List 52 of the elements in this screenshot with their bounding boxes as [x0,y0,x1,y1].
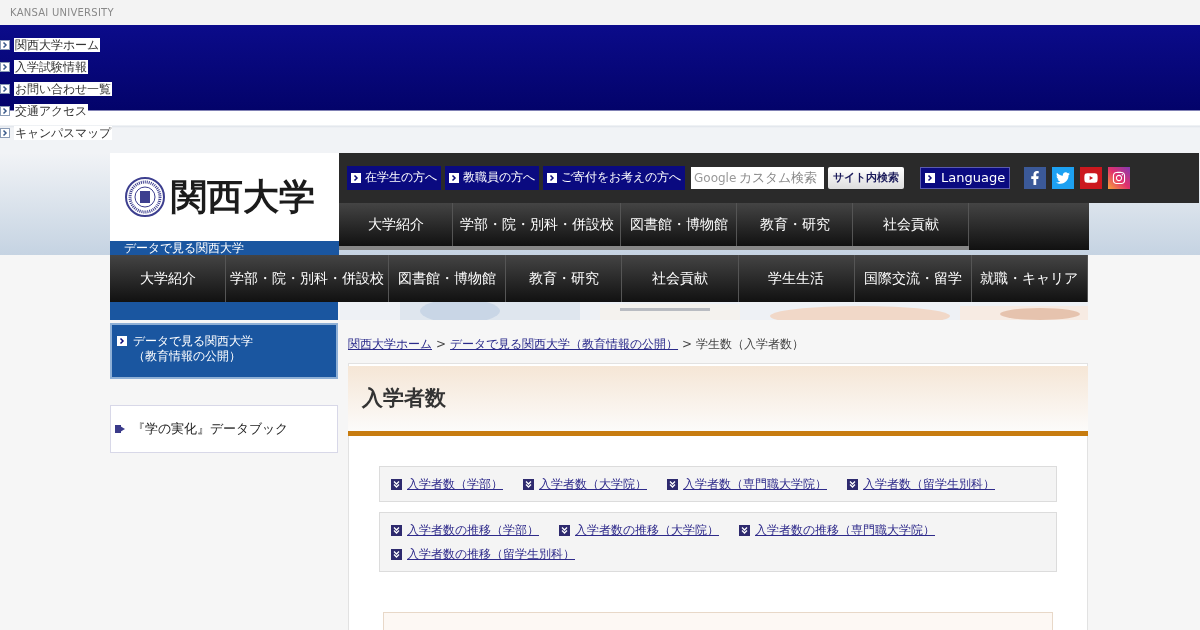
anchor-link[interactable]: 入学者数の推移（留学生別科） [391,546,575,562]
chevron-down-icon [739,524,750,536]
sidebar-current-link[interactable]: データで見る関西大学 （教育情報の公開） [110,323,338,379]
chevron-down-icon [667,478,678,490]
seal-icon [125,177,165,217]
breadcrumb-current: 学生数（入学者数） [696,336,805,353]
logo-caption: データで見る関西大学 [110,241,339,255]
chevron-down-icon [847,478,858,490]
databook-link[interactable]: 『学の実化』データブック [110,405,338,453]
anchor-link[interactable]: 入学者数の推移（大学院） [559,522,719,538]
youtube-icon[interactable] [1080,167,1103,189]
arrow-icon [0,62,10,72]
audience-link[interactable]: 在学生の方へ [347,166,441,190]
arrow-icon [0,128,10,138]
chevron-down-icon [391,524,402,536]
chevron-down-icon [559,524,570,536]
search-button[interactable]: サイト内検索 [828,167,904,189]
breadcrumb-link[interactable]: 関西大学ホーム [348,335,432,353]
anchor-link[interactable]: 入学者数（専門職大学院） [667,476,827,492]
arrow-icon [0,106,10,116]
site-brand: KANSAI UNIVERSITY [10,6,114,20]
arrow-icon [547,173,557,183]
nav-item[interactable]: 図書館・博物館 [621,203,737,246]
logo[interactable]: 関西大学 [110,153,339,241]
chevron-down-icon [523,478,534,490]
chevron-down-icon [391,478,402,490]
anchor-link[interactable]: 入学者数（大学院） [523,476,647,492]
nav-item[interactable]: 学部・院・別科・併設校 [453,203,621,246]
arrow-icon [925,173,935,183]
nav-item[interactable]: 大学紹介 [339,203,453,246]
anchor-link[interactable]: 入学者数の推移（専門職大学院） [739,522,935,538]
anchor-link[interactable]: 入学者数（留学生別科） [847,476,995,492]
anchor-link[interactable]: 入学者数の推移（学部） [391,522,539,538]
nav-item[interactable]: 教育・研究 [737,203,853,246]
arrow-icon [351,173,361,183]
breadcrumb-link[interactable]: データで見る関西大学（教育情報の公開） [450,335,679,353]
facebook-icon[interactable] [1024,167,1047,189]
breadcrumb-separator: > [436,336,447,353]
arrow-icon [0,40,10,50]
instagram-icon[interactable] [1108,167,1131,189]
breadcrumb-separator: > [682,336,693,353]
arrow-icon [449,173,459,183]
anchor-link[interactable]: 入学者数（学部） [391,476,503,492]
arrow-icon [117,336,127,346]
twitter-icon[interactable] [1052,167,1075,189]
audience-link[interactable]: 教職員の方へ [445,166,539,190]
language-button[interactable]: Language [920,167,1011,189]
arrow-icon [0,84,10,94]
page-title: 入学者数 [362,384,446,412]
document-arrow-icon [115,424,126,434]
chevron-down-icon [391,548,402,560]
audience-link[interactable]: ご寄付をお考えの方へ [543,166,685,190]
